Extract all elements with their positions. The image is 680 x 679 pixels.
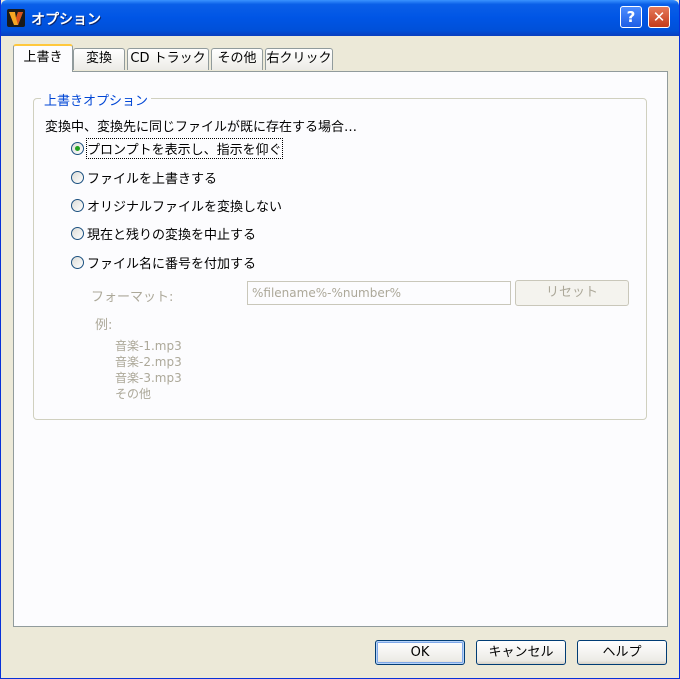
options-dialog: オプション ? ✕ 上書き 変換 CD トラック その他 右クリック 上書きオプ… xyxy=(0,0,680,679)
example-item: 音楽-3.mp3 xyxy=(115,371,182,385)
tab-right-click[interactable]: 右クリック xyxy=(265,48,333,70)
ok-button[interactable]: OK xyxy=(375,640,465,665)
radio-append-number-label: ファイル名に番号を付加する xyxy=(87,256,257,272)
radio-abort-label: 現在と残りの変換を中止する xyxy=(87,227,257,243)
format-label: フォーマット: xyxy=(91,290,174,305)
radio-unselected-icon[interactable] xyxy=(71,226,84,240)
format-input[interactable]: %filename%-%number% xyxy=(247,281,511,305)
example-item: 音楽-1.mp3 xyxy=(115,339,182,353)
title-bar[interactable]: オプション ? ✕ xyxy=(1,0,679,36)
tab-overwrite[interactable]: 上書き xyxy=(13,44,73,72)
radio-unselected-icon[interactable] xyxy=(71,255,84,269)
title-close-button[interactable]: ✕ xyxy=(648,6,670,28)
group-legend: 上書きオプション xyxy=(41,90,152,109)
help-button[interactable]: ヘルプ xyxy=(577,640,667,665)
reset-button[interactable]: リセット xyxy=(515,280,629,306)
radio-overwrite-label: ファイルを上書きする xyxy=(87,171,218,187)
example-label: 例: xyxy=(95,318,113,333)
radio-prompt[interactable]: プロンプトを表示し、指示を仰ぐ xyxy=(71,137,283,159)
example-item: その他 xyxy=(115,387,152,401)
title-help-button[interactable]: ? xyxy=(620,6,642,28)
tab-other[interactable]: その他 xyxy=(211,48,263,70)
window-title: オプション xyxy=(31,12,101,28)
example-item: 音楽-2.mp3 xyxy=(115,355,182,369)
radio-skip[interactable]: オリジナルファイルを変換しない xyxy=(71,196,283,215)
tab-cd-track[interactable]: CD トラック xyxy=(127,48,209,70)
radio-unselected-icon[interactable] xyxy=(71,170,84,184)
radio-selected-icon[interactable] xyxy=(71,141,84,155)
radio-append-number[interactable]: ファイル名に番号を付加する xyxy=(71,253,257,272)
radio-skip-label: オリジナルファイルを変換しない xyxy=(87,199,283,215)
radio-unselected-icon[interactable] xyxy=(71,198,84,212)
cancel-button[interactable]: キャンセル xyxy=(476,640,566,665)
app-logo-icon xyxy=(7,9,25,27)
intro-text: 変換中、変換先に同じファイルが既に存在する場合… xyxy=(45,120,358,135)
radio-overwrite[interactable]: ファイルを上書きする xyxy=(71,168,218,187)
radio-abort[interactable]: 現在と残りの変換を中止する xyxy=(71,224,257,243)
tab-conversion[interactable]: 変換 xyxy=(73,48,125,70)
radio-prompt-label: プロンプトを表示し、指示を仰ぐ xyxy=(86,137,283,159)
